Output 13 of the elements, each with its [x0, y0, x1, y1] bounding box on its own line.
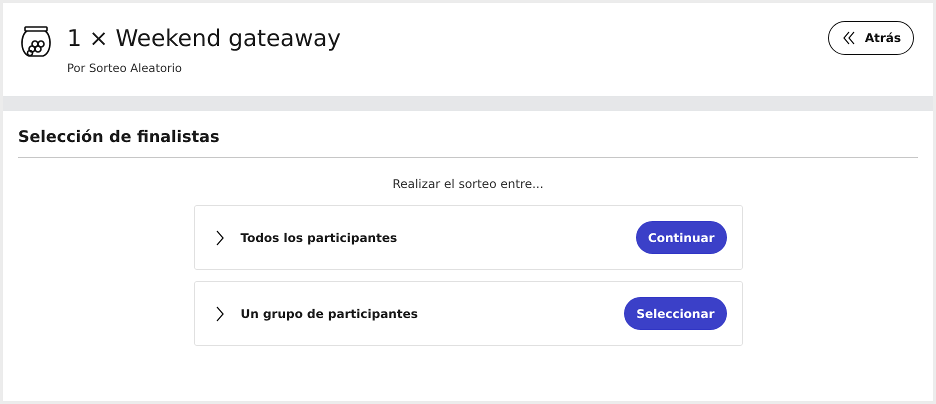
page-title: 1 × Weekend gateaway	[67, 25, 341, 54]
action-button[interactable]: Seleccionar	[624, 297, 726, 330]
option-label: Todos los participantes	[240, 230, 398, 244]
action-button[interactable]: Continuar	[636, 221, 726, 254]
option-label: Un grupo de participantes	[240, 306, 419, 320]
prompt-text: Realizar el sorteo entre...	[391, 177, 545, 191]
option-card[interactable]: Todos los participantes Continuar	[194, 205, 742, 270]
jar-icon	[19, 25, 53, 59]
page-subtitle: Por Sorteo Aleatorio	[67, 61, 183, 75]
option-card[interactable]: Un grupo de participantes Seleccionar	[194, 281, 742, 346]
double-chevron-icon	[842, 31, 855, 45]
section-title: Selección de finalistas	[18, 126, 220, 148]
back-button[interactable]: Atrás	[828, 21, 914, 55]
